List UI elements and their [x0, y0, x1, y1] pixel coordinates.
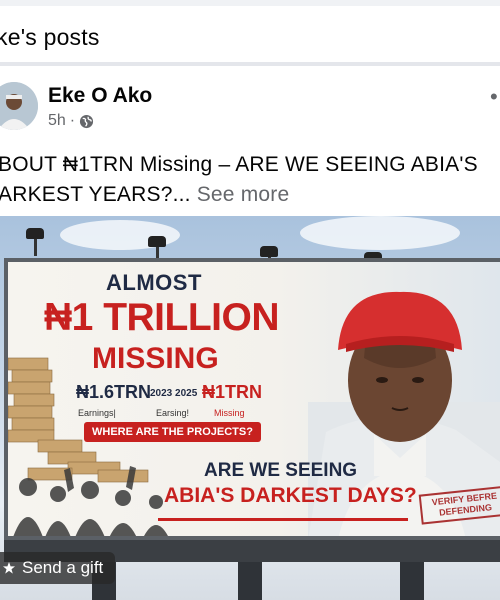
billboard-leg: [400, 562, 424, 600]
post-text: BOUT ₦1TRN Missing – ARE WE SEEING ABIA'…: [0, 150, 500, 210]
send-gift-button[interactable]: Send a gift: [0, 552, 116, 584]
billboard-missing: MISSING: [92, 342, 219, 375]
spotlight: [26, 228, 44, 239]
billboard-earnings-label-2: Earsing!: [156, 408, 190, 418]
lamp-arm: [34, 238, 37, 256]
cloud: [300, 216, 460, 250]
spotlight: [260, 246, 278, 257]
header-divider: [0, 62, 500, 66]
page-title: ke's posts: [0, 24, 100, 50]
billboard-years: 2023 2025: [150, 388, 198, 399]
billboard-underline: [158, 518, 408, 521]
billboard-almost: ALMOST: [106, 270, 202, 295]
see-more-link[interactable]: See more: [197, 183, 290, 206]
post-text-line-1: BOUT ₦1TRN Missing – ARE WE SEEING ABIA'…: [0, 153, 478, 176]
post-image[interactable]: ALMOST ₦1 TRILLION MISSING ₦1.6TRN 2023 …: [0, 216, 500, 600]
top-sliver: [0, 0, 500, 6]
billboard-missing-label: Missing: [214, 408, 245, 418]
billboard-earnings-label: Earnings|: [78, 408, 116, 418]
billboard-seeing: ARE WE SEEING: [204, 460, 358, 481]
more-options-button[interactable]: •: [490, 84, 498, 110]
spotlight: [148, 236, 166, 247]
billboard-darkest: ABIA'S DARKEST DAYS?: [164, 484, 417, 507]
avatar[interactable]: [0, 82, 38, 130]
billboard-amount-earned: ₦1.6TRN: [76, 382, 152, 402]
billboard-trillion: ₦1 TRILLION: [44, 296, 280, 339]
billboard-projects-question: WHERE ARE THE PROJECTS?: [84, 422, 261, 442]
billboard-leg: [238, 562, 262, 600]
meta-separator: ·: [69, 112, 76, 129]
send-gift-label: Send a gift: [22, 558, 104, 577]
avatar-photo-icon: [0, 82, 38, 130]
post-meta: 5h ·: [48, 112, 94, 130]
post-text-line-2: ARKEST YEARS?...: [0, 183, 191, 206]
author-name[interactable]: Eke O Ako: [48, 84, 152, 108]
globe-icon: [80, 114, 94, 128]
gift-icon: [3, 562, 15, 574]
billboard: ALMOST ₦1 TRILLION MISSING ₦1.6TRN 2023 …: [4, 258, 500, 540]
post-time[interactable]: 5h: [48, 112, 66, 130]
billboard-amount-missing: ₦1TRN: [202, 382, 263, 402]
